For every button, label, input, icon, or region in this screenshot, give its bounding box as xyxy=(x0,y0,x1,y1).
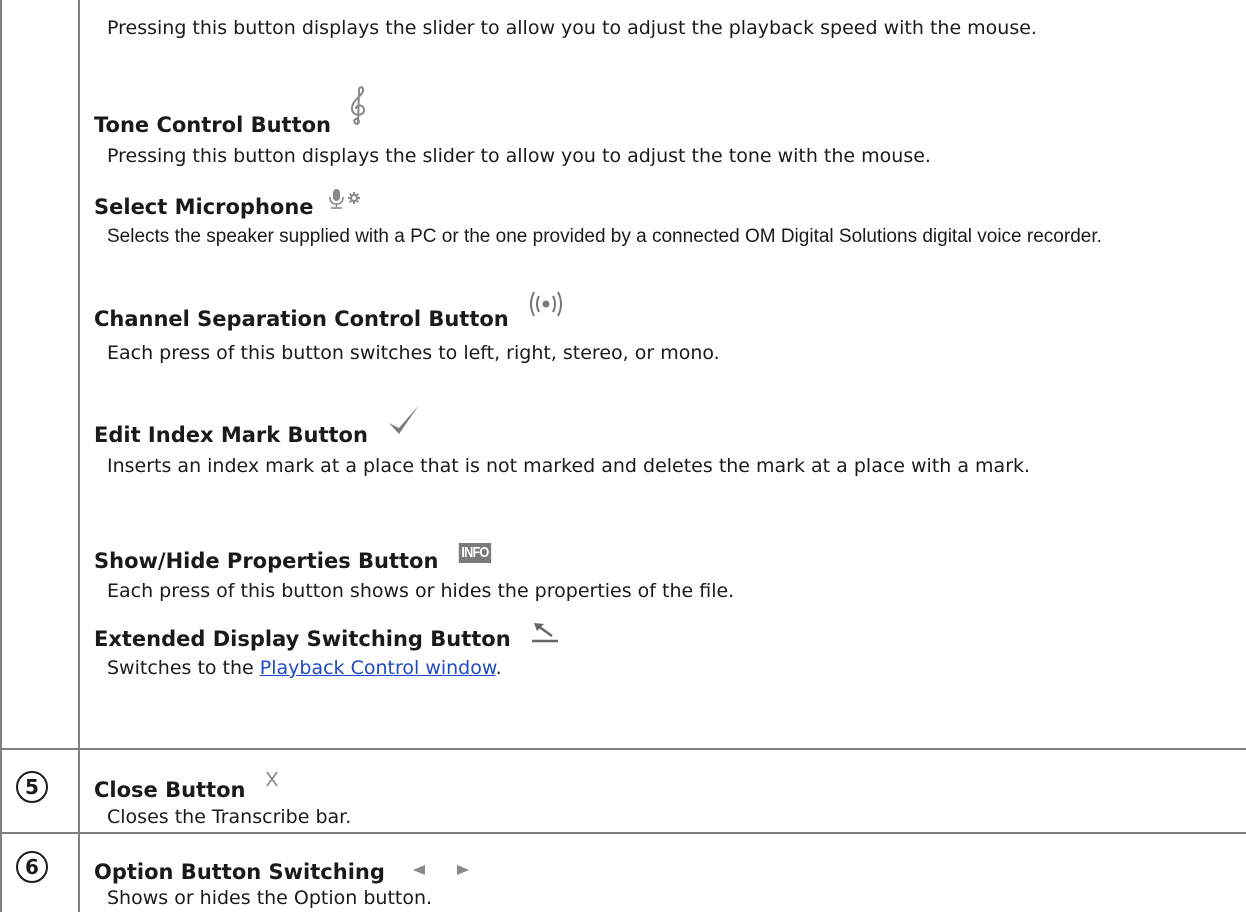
select-microphone-description: Selects the speaker supplied with a PC o… xyxy=(107,226,1102,247)
row-number-5: 5 xyxy=(16,771,48,803)
edit-index-mark-description: Inserts an index mark at a place that is… xyxy=(107,455,1031,477)
table-row-divider xyxy=(0,832,1246,834)
channel-separation-label: Channel Separation Control Button xyxy=(94,307,509,331)
triangle-right-icon xyxy=(456,855,470,883)
close-button-title: Close Button xyxy=(94,771,279,804)
extended-display-desc-suffix: . xyxy=(495,657,502,679)
channel-separation-icon xyxy=(526,289,566,326)
playback-control-window-link[interactable]: Playback Control window xyxy=(260,657,496,679)
edit-index-mark-title: Edit Index Mark Button xyxy=(94,404,421,449)
close-button-description: Closes the Transcribe bar. xyxy=(107,806,352,828)
select-microphone-label: Select Microphone xyxy=(94,195,314,219)
option-button-switching-label: Option Button Switching xyxy=(94,860,385,884)
option-button-switching-title: Option Button Switching xyxy=(94,857,470,886)
channel-separation-title: Channel Separation Control Button xyxy=(94,291,566,333)
show-hide-properties-label: Show/Hide Properties Button xyxy=(94,549,439,573)
info-icon-text: INFO xyxy=(458,543,491,563)
show-hide-properties-description: Each press of this button shows or hides… xyxy=(107,580,735,602)
extended-display-desc-prefix: Switches to the xyxy=(107,657,260,679)
table-row-divider xyxy=(0,748,1246,750)
select-microphone-title: Select Microphone xyxy=(94,188,363,221)
checkmark-icon xyxy=(387,403,421,444)
show-hide-properties-title: Show/Hide Properties Button INFO xyxy=(94,543,494,575)
channel-separation-description: Each press of this button switches to le… xyxy=(107,342,720,364)
tone-control-description: Pressing this button displays the slider… xyxy=(107,145,931,167)
speed-description: Pressing this button displays the slider… xyxy=(107,17,1037,39)
edit-index-mark-label: Edit Index Mark Button xyxy=(94,423,368,447)
close-button-label: Close Button xyxy=(94,778,246,802)
info-icon: INFO xyxy=(456,536,494,564)
treble-clef-icon xyxy=(348,84,368,135)
table-column-divider xyxy=(78,0,80,912)
microphone-settings-icon xyxy=(329,188,363,217)
table-border-left xyxy=(0,0,2,912)
option-button-switching-description: Shows or hides the Option button. xyxy=(107,887,433,909)
extended-display-label: Extended Display Switching Button xyxy=(94,627,511,651)
close-x-icon xyxy=(265,767,279,795)
row-number-6: 6 xyxy=(16,851,48,883)
tone-control-label: Tone Control Button xyxy=(94,113,331,137)
tone-control-title: Tone Control Button xyxy=(94,85,368,139)
triangle-left-icon xyxy=(412,855,426,883)
extended-display-title: Extended Display Switching Button xyxy=(94,622,560,653)
extended-display-description: Switches to the Playback Control window. xyxy=(107,655,502,681)
extended-display-icon xyxy=(530,622,560,651)
